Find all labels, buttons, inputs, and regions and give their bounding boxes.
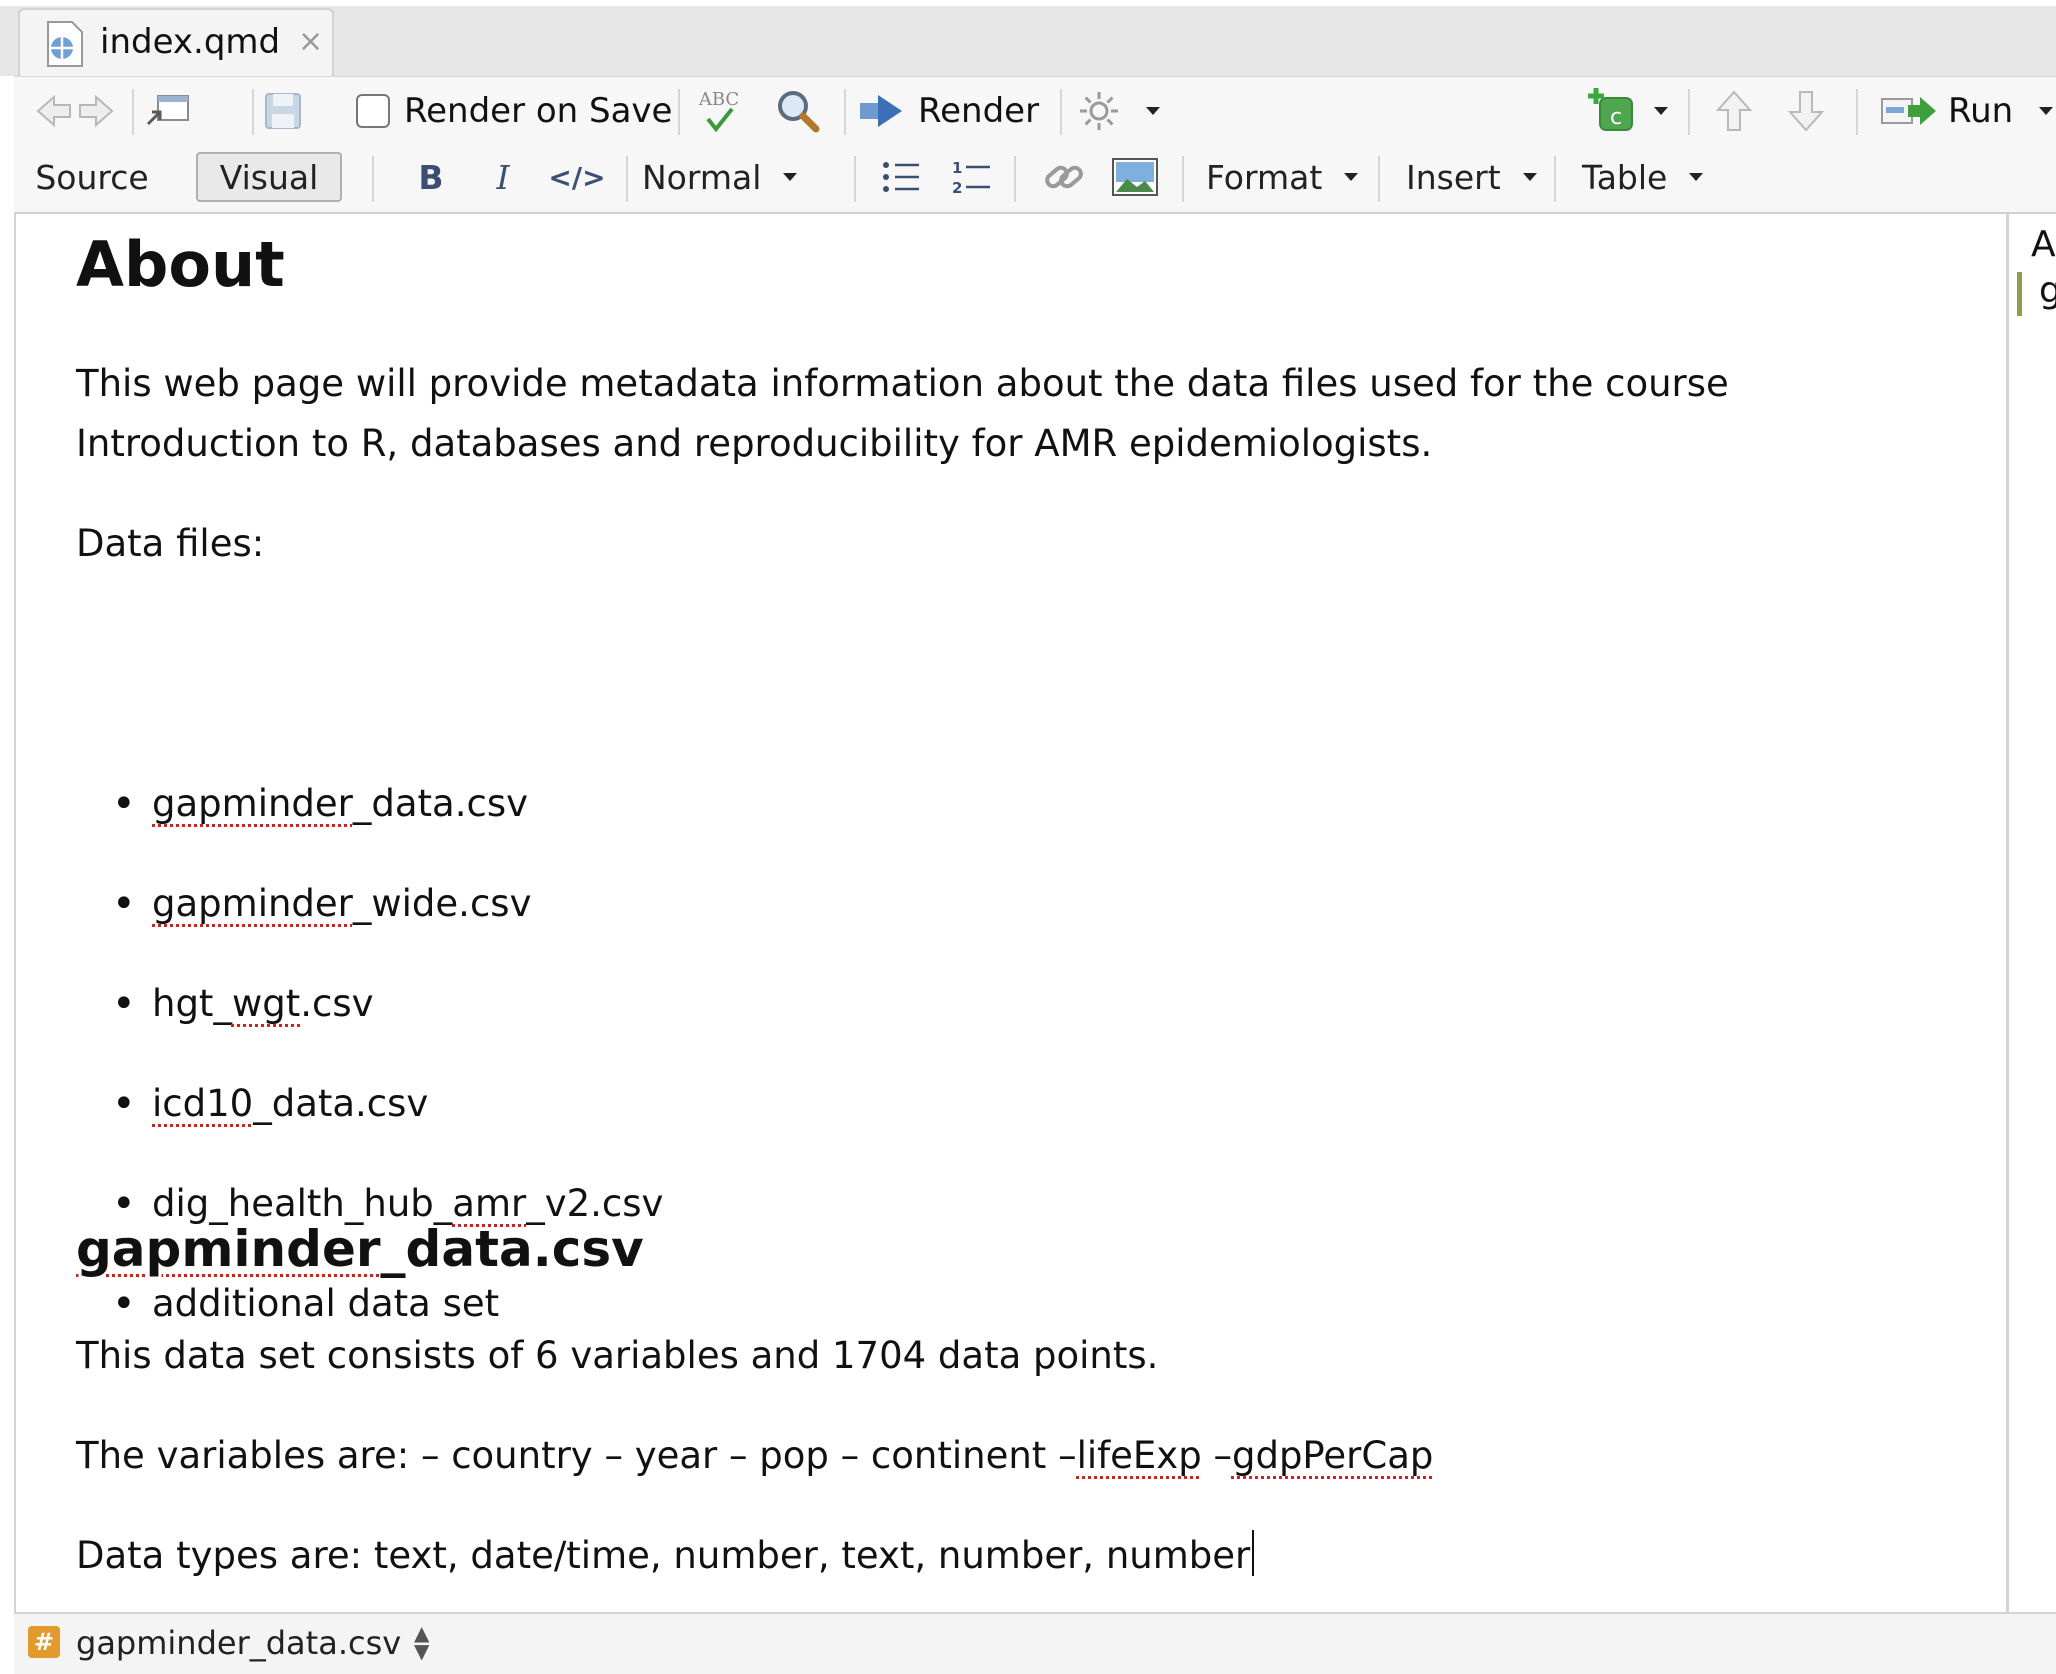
insert-menu[interactable]: Insert bbox=[1406, 152, 1562, 202]
italic-icon: I bbox=[496, 157, 510, 197]
image-icon bbox=[1112, 158, 1158, 196]
document-outline[interactable]: A g bbox=[2006, 214, 2056, 1612]
render-button[interactable]: Render bbox=[858, 77, 1039, 145]
dataset-summary-paragraph: This data set consists of 6 variables an… bbox=[76, 1334, 1159, 1377]
find-replace-button[interactable] bbox=[774, 77, 822, 145]
previous-chunk-button[interactable] bbox=[1714, 77, 1754, 145]
block-style-dropdown[interactable]: Normal bbox=[642, 152, 822, 202]
arrow-up-icon bbox=[1715, 90, 1753, 131]
intro-paragraph-line-2: Introduction to R, databases and reprodu… bbox=[76, 422, 1433, 465]
spellcheck-icon: ABC bbox=[698, 89, 739, 133]
forward-button[interactable] bbox=[76, 77, 116, 145]
data-files-list: gapminder_data.csv gapminder_wide.csv hg… bbox=[76, 774, 663, 1374]
arrow-down-icon bbox=[1787, 91, 1825, 132]
italic-button[interactable]: I bbox=[480, 152, 526, 202]
insert-chunk-button[interactable]: c bbox=[1586, 77, 1668, 145]
render-on-save-checkbox[interactable] bbox=[356, 94, 390, 128]
svg-text:ABC: ABC bbox=[698, 89, 739, 110]
list-item: hgt_wgt.csv bbox=[76, 974, 663, 1074]
back-button[interactable] bbox=[34, 77, 74, 145]
visual-editor-toolbar: Source Visual B I </> Normal 1 2 Format … bbox=[14, 144, 2056, 214]
code-button[interactable]: </> bbox=[546, 152, 608, 202]
spellcheck-button[interactable]: ABC bbox=[692, 77, 746, 145]
variables-paragraph: The variables are: – country – year – po… bbox=[76, 1434, 1434, 1477]
next-chunk-button[interactable] bbox=[1786, 77, 1826, 145]
code-icon: </> bbox=[548, 160, 606, 194]
outline-active-indicator bbox=[2017, 272, 2022, 316]
close-icon[interactable]: × bbox=[298, 24, 323, 59]
chevron-down-icon bbox=[1344, 173, 1359, 181]
magnifier-icon bbox=[778, 91, 820, 133]
source-mode-button[interactable]: Source bbox=[34, 152, 150, 202]
chevron-down-icon bbox=[1689, 173, 1704, 181]
tab-label: index.qmd bbox=[100, 22, 281, 62]
tab-strip: index.qmd × bbox=[0, 0, 2056, 78]
data-files-label: Data files: bbox=[76, 522, 265, 565]
table-menu[interactable]: Table bbox=[1582, 152, 1730, 202]
intro-paragraph-line-1: This web page will provide metadata info… bbox=[76, 362, 1729, 405]
arrow-left-icon bbox=[36, 94, 71, 128]
render-arrow-icon bbox=[860, 95, 902, 127]
insert-code-chunk-icon: c bbox=[1588, 88, 1633, 131]
status-bar: # gapminder_data.csv ▲ ▼ bbox=[14, 1612, 2056, 1674]
bullet-list-icon bbox=[883, 162, 919, 192]
save-icon bbox=[265, 93, 301, 129]
svg-text:1: 1 bbox=[952, 159, 962, 177]
tab-index-qmd[interactable]: index.qmd × bbox=[18, 8, 334, 78]
quarto-doc-icon bbox=[47, 21, 83, 67]
svg-text:2: 2 bbox=[952, 179, 962, 197]
up-down-chevron-icon[interactable]: ▲ ▼ bbox=[414, 1623, 429, 1661]
show-in-window-button[interactable] bbox=[142, 77, 194, 145]
chevron-down-icon bbox=[1654, 107, 1668, 115]
text-cursor bbox=[1252, 1530, 1255, 1576]
numbered-list-icon: 1 2 bbox=[952, 159, 990, 197]
save-button[interactable] bbox=[262, 77, 304, 145]
editor-toolbar: Render on Save ABC Render c Run bbox=[14, 76, 2056, 147]
popout-window-icon bbox=[146, 95, 189, 126]
gear-icon bbox=[1080, 92, 1118, 130]
list-item: gapminder_data.csv bbox=[76, 774, 663, 874]
numbered-list-button[interactable]: 1 2 bbox=[946, 152, 996, 202]
rstudio-editor-window: index.qmd × Render on Save ABC Render c … bbox=[0, 0, 2056, 1674]
chevron-down-icon bbox=[2039, 107, 2054, 115]
current-section-label[interactable]: gapminder_data.csv bbox=[76, 1624, 401, 1662]
section-hash-icon: # bbox=[28, 1626, 60, 1658]
insert-image-button[interactable] bbox=[1106, 152, 1164, 202]
outline-item-gapminder[interactable]: g bbox=[2039, 270, 2056, 311]
format-menu[interactable]: Format bbox=[1206, 152, 1382, 202]
list-item: icd10_data.csv bbox=[76, 1074, 663, 1174]
list-item: gapminder_wide.csv bbox=[76, 874, 663, 974]
link-icon bbox=[1045, 165, 1083, 189]
visual-editor-pane[interactable]: About This web page will provide metadat… bbox=[14, 214, 2008, 1612]
bold-button[interactable]: B bbox=[408, 152, 454, 202]
chevron-down-icon bbox=[783, 173, 798, 181]
visual-mode-button[interactable]: Visual bbox=[196, 152, 342, 202]
insert-link-button[interactable] bbox=[1036, 152, 1092, 202]
run-button[interactable]: Run bbox=[1880, 77, 2054, 145]
arrow-right-icon bbox=[79, 94, 114, 128]
heading-about: About bbox=[76, 228, 285, 301]
chevron-down-icon bbox=[1522, 173, 1537, 181]
bullet-list-button[interactable] bbox=[876, 152, 926, 202]
data-types-paragraph: Data types are: text, date/time, number,… bbox=[76, 1526, 1255, 1586]
outline-item-about[interactable]: A bbox=[2031, 224, 2056, 265]
render-on-save-toggle[interactable]: Render on Save bbox=[356, 77, 672, 145]
chevron-down-icon bbox=[1146, 107, 1160, 115]
svg-text:c: c bbox=[1610, 105, 1622, 130]
render-options-button[interactable] bbox=[1076, 77, 1160, 145]
run-arrow-icon bbox=[1881, 97, 1936, 125]
bold-icon: B bbox=[418, 157, 444, 197]
heading-gapminder-data: gapminder_data.csv bbox=[76, 1220, 644, 1278]
